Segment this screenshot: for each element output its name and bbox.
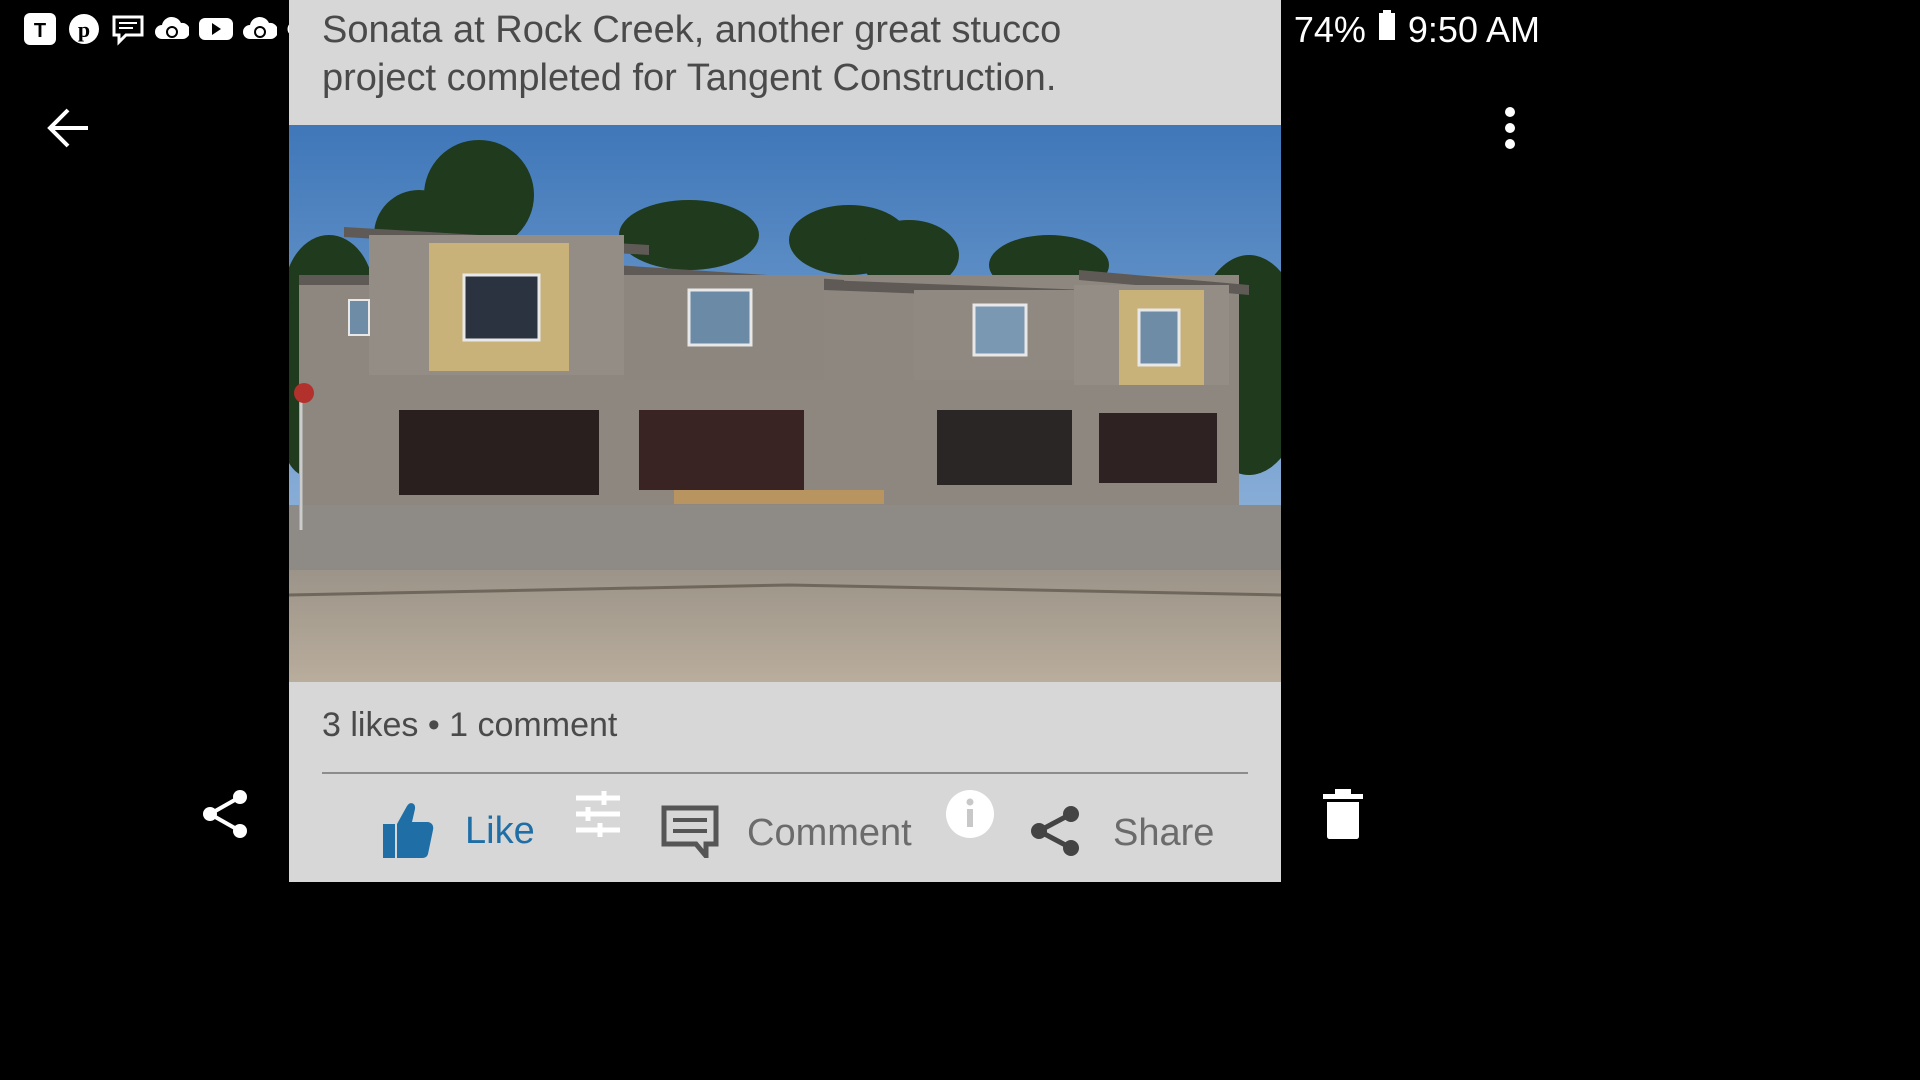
post-stats[interactable]: 3 likes • 1 comment [322, 706, 617, 745]
post-photo[interactable] [289, 125, 1281, 682]
share-label: Share [1113, 812, 1215, 854]
trash-icon [1323, 789, 1363, 839]
share-button[interactable]: Share [1029, 804, 1214, 863]
battery-icon [1378, 8, 1396, 51]
cloud-sync-icon [154, 12, 189, 46]
share-icon [1029, 804, 1083, 863]
svg-text:p: p [77, 17, 89, 42]
tune-icon [576, 791, 620, 837]
construction-photo [289, 125, 1281, 682]
thumbs-up-icon [379, 798, 435, 865]
back-arrow-icon [47, 108, 88, 148]
back-button[interactable] [44, 104, 94, 152]
like-button[interactable]: Like [379, 798, 535, 865]
battery-percent: 74% [1293, 8, 1366, 50]
info-icon [946, 790, 994, 838]
viewer-share-button[interactable] [200, 788, 252, 840]
like-label: Like [465, 810, 535, 852]
comment-icon [661, 804, 719, 863]
share-icon [203, 790, 247, 838]
post-card: Sonata at Rock Creek, another great stuc… [289, 0, 1281, 882]
chat-icon [110, 12, 145, 46]
comment-label: Comment [747, 812, 912, 854]
cloud-sync-icon [242, 12, 277, 46]
more-options-button[interactable] [1496, 104, 1524, 152]
details-button[interactable] [944, 788, 996, 840]
divider [322, 772, 1248, 774]
caption-line-1: Sonata at Rock Creek, another great stuc… [322, 9, 1062, 51]
youtube-icon [198, 12, 233, 46]
clock: 9:50 AM [1407, 8, 1540, 50]
comment-button[interactable]: Comment [661, 804, 912, 863]
tapatalk-icon: T [22, 12, 57, 46]
post-caption: Sonata at Rock Creek, another great stuc… [322, 6, 1262, 102]
more-vert-icon [1505, 107, 1515, 149]
edit-button[interactable] [574, 790, 622, 838]
pinterest-icon: p [66, 12, 101, 46]
caption-line-2: project completed for Tangent Constructi… [322, 57, 1057, 99]
post-actions: Like Comment Share [289, 780, 1281, 882]
svg-text:T: T [33, 20, 45, 42]
delete-button[interactable] [1320, 788, 1366, 840]
